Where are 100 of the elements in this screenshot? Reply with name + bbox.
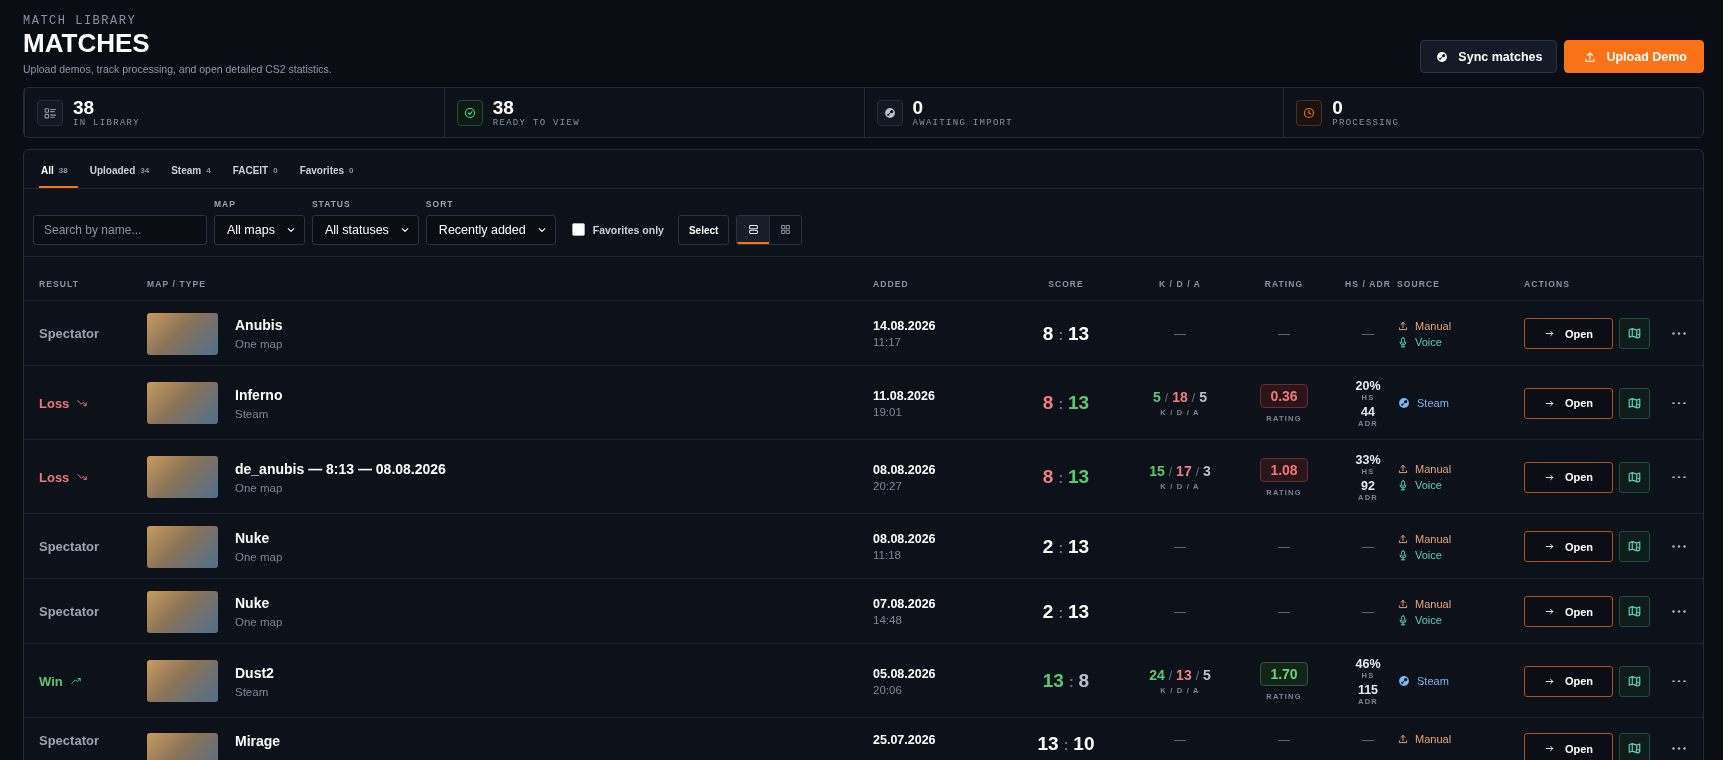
open-button[interactable]: Open [1524, 387, 1613, 419]
empty-dash: — [1362, 539, 1374, 554]
sync-matches-button[interactable]: Sync matches [1420, 40, 1558, 73]
map-name: de_anubis — 8:13 — 08.08.2026 [235, 460, 446, 477]
added-date: 14.08.2026 [873, 319, 936, 333]
match-type: Steam [235, 685, 269, 698]
empty-dash: — [1174, 539, 1186, 554]
filter-tab[interactable]: Steam 4 [169, 150, 221, 188]
map-button[interactable] [1619, 596, 1650, 627]
map-name: Nuke [235, 595, 270, 611]
arrow-right-icon [1543, 328, 1555, 339]
filter-label: STATUS [311, 199, 351, 209]
map-icon [1627, 539, 1642, 554]
match-type: Steam [235, 407, 269, 420]
search-field[interactable]: Search by name... [33, 215, 207, 245]
more-icon [1672, 401, 1686, 405]
open-button[interactable]: Open [1524, 665, 1613, 697]
filter-label: SORT [425, 199, 454, 209]
arrow-right-icon [1543, 606, 1555, 617]
column-header: HS / ADR [1345, 279, 1391, 289]
filter-tab[interactable]: Uploaded 34 [87, 150, 160, 188]
result-label: Spectator [39, 326, 99, 341]
map-name: Nuke [235, 530, 270, 546]
upload-icon [1397, 532, 1409, 545]
match-score: 2 : 13 [1042, 600, 1090, 623]
column-header: K / D / A [1158, 279, 1202, 289]
stat-value: 38 [73, 97, 95, 118]
more-icon [1672, 545, 1686, 548]
steam-icon [1435, 49, 1450, 64]
map-thumbnail-photo [147, 312, 218, 355]
result-label: Loss [39, 469, 89, 485]
map-name: Anubis [235, 317, 283, 333]
page-subtitle: Upload demos, track processing, and open detailed CS2 statistics. [23, 63, 332, 75]
map-button[interactable] [1619, 665, 1650, 697]
list-view-icon [746, 222, 760, 236]
headshot-percent: 46% [1355, 656, 1381, 671]
filter-dropdown[interactable]: All maps [214, 215, 305, 245]
trend-down-icon [76, 397, 89, 409]
open-button[interactable]: Open [1524, 461, 1613, 493]
rating-badge: 0.36 [1260, 383, 1308, 408]
empty-dash: — [1278, 326, 1290, 341]
match-score: 2 : 13 [1042, 535, 1090, 558]
source-label: Steam [1397, 396, 1449, 410]
match-type: One map [235, 551, 283, 563]
list-view-button[interactable] [737, 216, 770, 244]
list-icon [43, 105, 57, 120]
empty-dash: — [1278, 539, 1290, 554]
added-time: 20:27 [873, 479, 902, 492]
added-time: 19:01 [873, 405, 902, 418]
adr-value: 44 [1361, 404, 1375, 419]
map-name: Inferno [235, 386, 283, 403]
open-button[interactable]: Open [1524, 318, 1613, 349]
map-button[interactable] [1619, 387, 1650, 419]
map-button[interactable] [1619, 461, 1650, 493]
headshot-percent: 33% [1355, 452, 1381, 467]
open-button[interactable]: Open [1524, 596, 1613, 627]
match-score: 13 : 10 [1037, 733, 1095, 755]
match-score: 8 : 13 [1042, 466, 1090, 488]
filter-dropdown[interactable]: Recently added [425, 215, 556, 245]
map-thumbnail-photo [147, 590, 218, 633]
upload-icon [1583, 49, 1598, 64]
rating-badge: 1.70 [1260, 661, 1308, 686]
more-icon [1672, 475, 1686, 479]
added-date: 11.08.2026 [873, 388, 935, 403]
select-button[interactable]: Select [677, 215, 730, 245]
map-button[interactable] [1619, 318, 1650, 349]
check-circle-icon [462, 105, 477, 120]
kda-values: 24 / 13 / 5 [1149, 667, 1211, 683]
favorites-only-checkbox[interactable]: Favorites only [571, 223, 664, 236]
filter-label: MAP [214, 199, 236, 209]
match-type: One map [235, 338, 283, 350]
map-button[interactable] [1619, 531, 1650, 562]
more-icon [1672, 747, 1686, 750]
kda-values: 15 / 17 / 3 [1149, 463, 1211, 479]
microphone-icon [1397, 613, 1409, 626]
filter-dropdown[interactable]: All statuses [311, 215, 419, 245]
match-score: 8 : 13 [1042, 392, 1090, 414]
map-thumbnail-photo [147, 660, 218, 702]
more-icon [1672, 679, 1686, 683]
source-label: Manual [1397, 463, 1452, 475]
column-header: RATING [1264, 279, 1304, 289]
match-score: 13 : 8 [1042, 670, 1090, 692]
empty-dash: — [1362, 604, 1374, 619]
filter-tab[interactable]: Favorites 0 [297, 150, 364, 188]
added-time: 11:17 [873, 336, 901, 348]
map-thumbnail-photo [147, 525, 218, 568]
map-name: Dust2 [235, 664, 274, 681]
arrow-right-icon [1543, 743, 1555, 754]
map-button[interactable] [1619, 733, 1650, 760]
filter-tab[interactable]: FACEIT 0 [230, 150, 288, 188]
steam-icon [882, 105, 897, 120]
open-button[interactable]: Open [1524, 733, 1613, 760]
adr-value: 92 [1361, 478, 1375, 493]
microphone-icon [1397, 548, 1409, 561]
source-label: Manual [1397, 319, 1452, 332]
filter-tab[interactable]: All 38 [39, 150, 78, 188]
map-icon [1627, 469, 1642, 485]
open-button[interactable]: Open [1524, 531, 1613, 562]
stat-label: IN LIBRARY [73, 117, 140, 128]
match-score: 8 : 13 [1042, 322, 1090, 345]
